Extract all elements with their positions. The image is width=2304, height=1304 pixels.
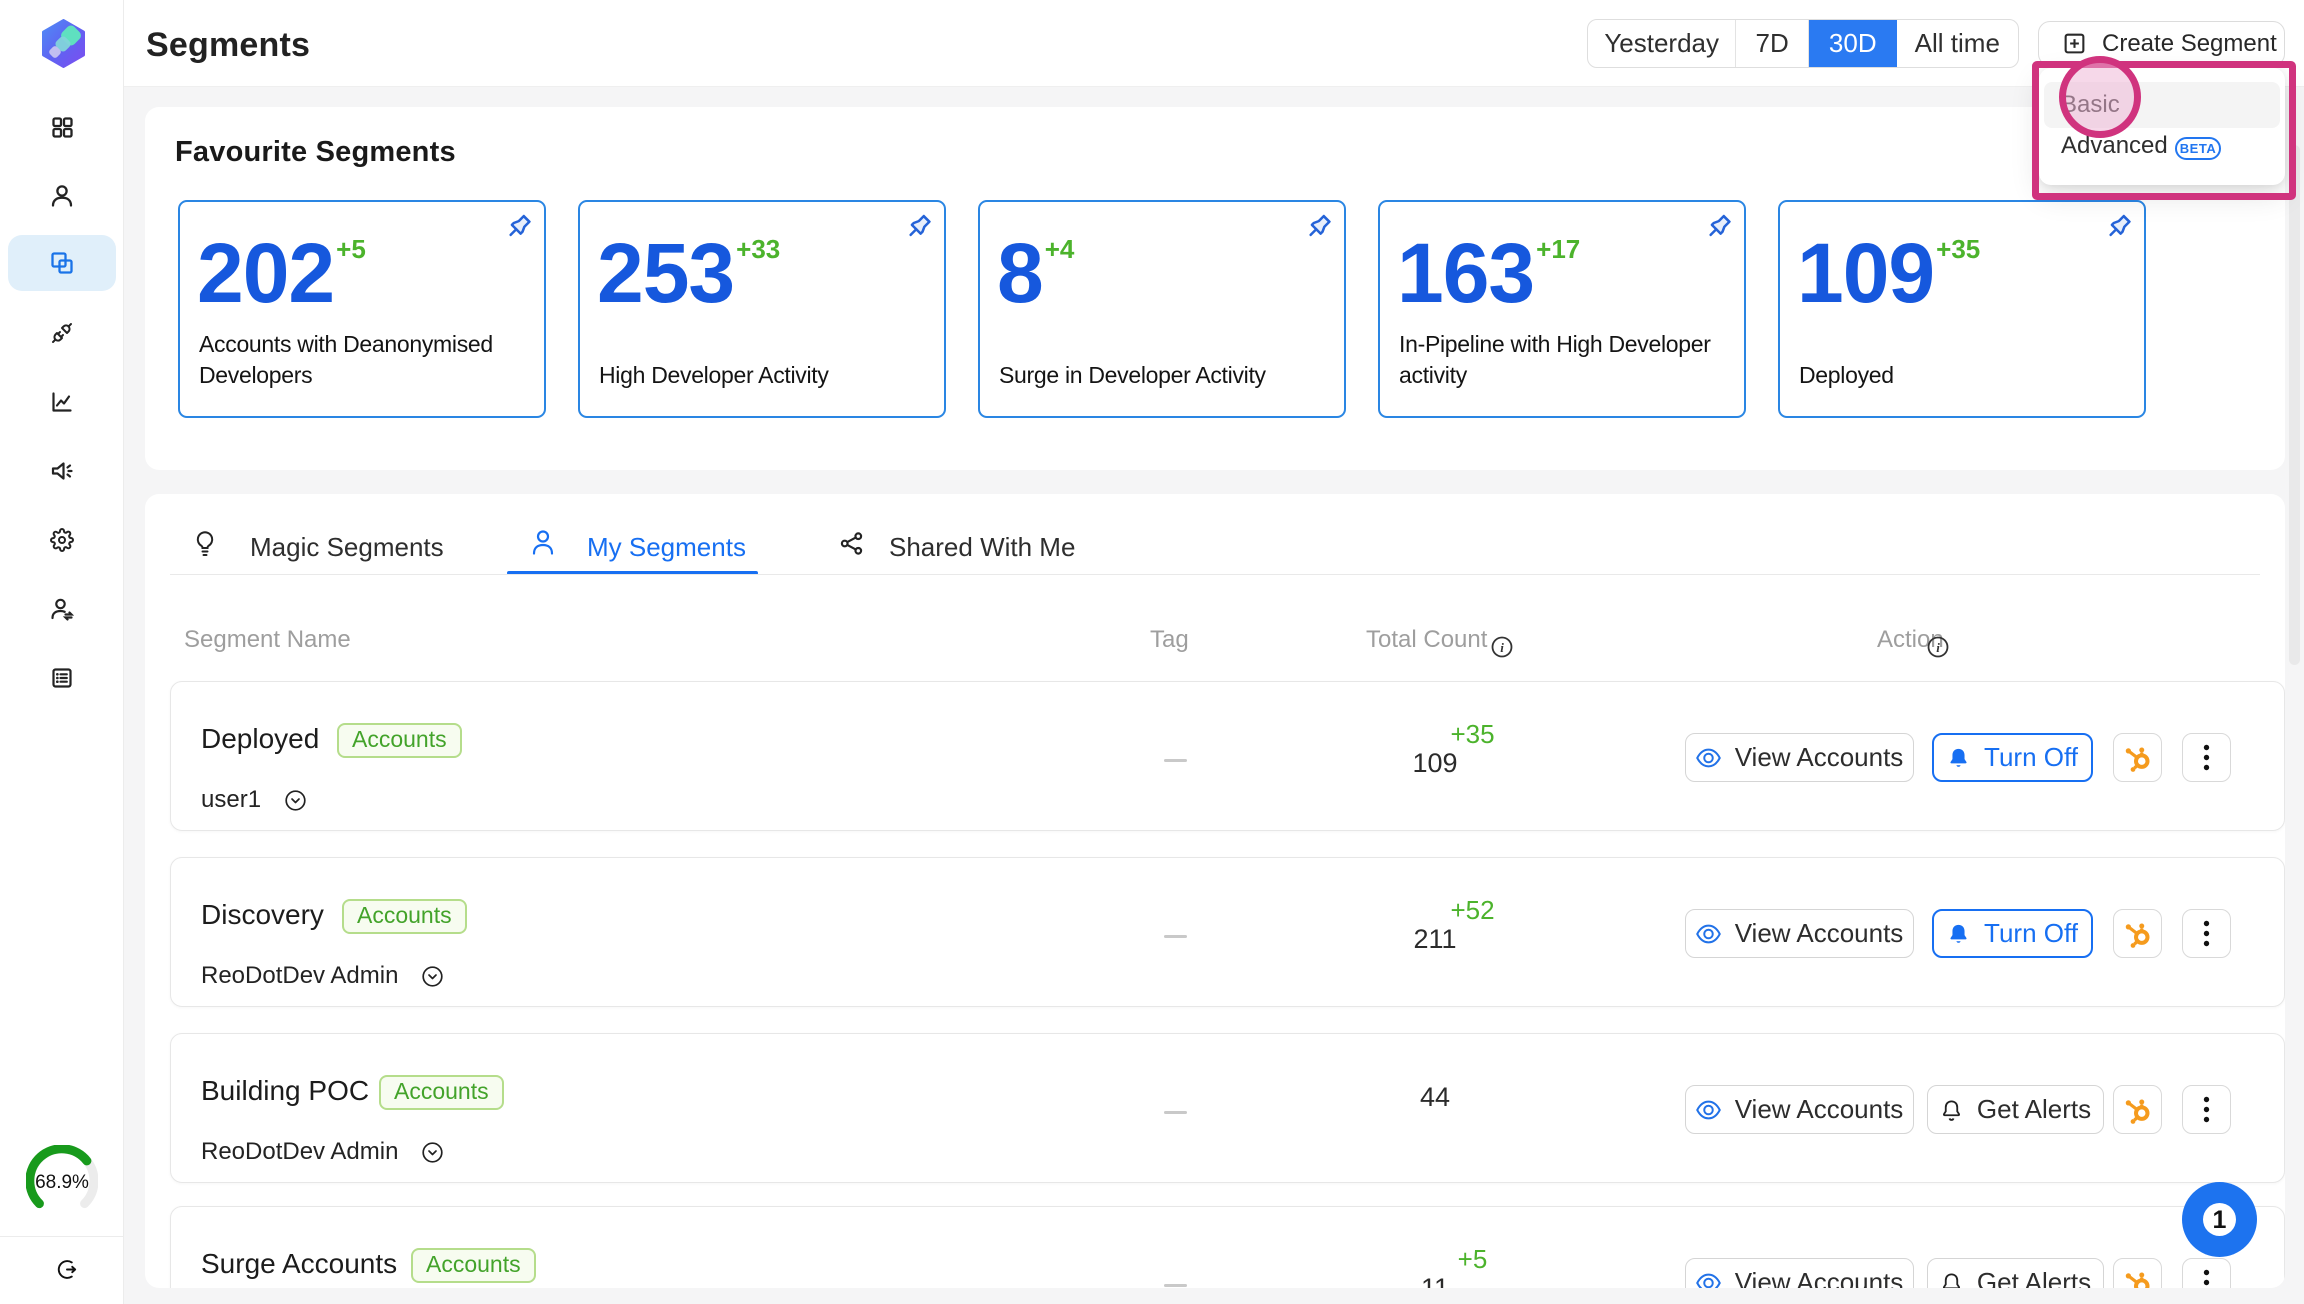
svg-text:i: i	[1936, 640, 1940, 655]
svg-text:i: i	[1500, 640, 1504, 655]
